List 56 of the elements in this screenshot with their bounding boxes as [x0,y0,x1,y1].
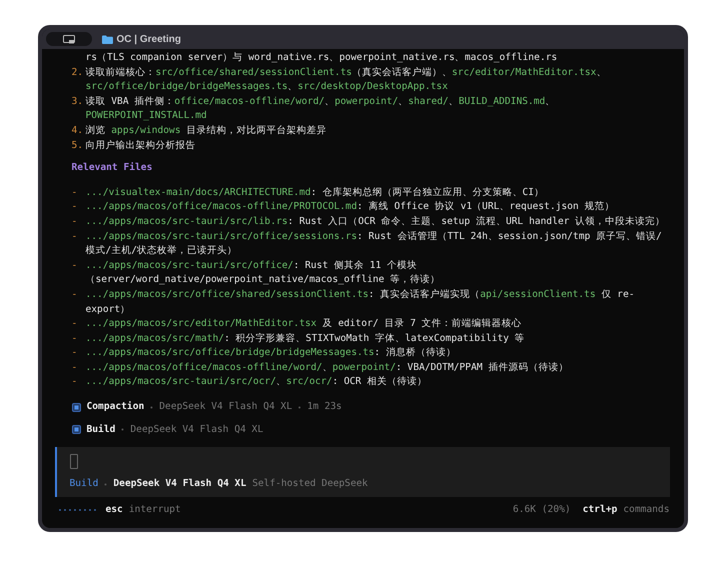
plan-step: rs（TLS companion server）与 word_native.rs、powerpoint_native.rs、macos_offline.rs [86,51,558,66]
file-entry: .../apps/macos/src-tauri/src/ocr/、src/ocr/: OCR 相关（待读） [86,375,427,390]
section-heading: Relevant Files [70,161,154,176]
file-entry: .../apps/macos/src-tauri/src/office/: Rust 侧其余 11 个模块（server/word_native/powerpoint_native/macos_offline 等，待读） [86,258,442,288]
folder-icon [102,34,112,44]
file-entry: .../visualtex-main/docs/ARCHITECTURE.md: 仓库架构总纲（两平台独立应用、分支策略、CI） [86,186,544,200]
file-entry: .../apps/macos/src-tauri/src/office/sessions.rs: Rust 会话管理（TTL 24h、session.json/tmp 原子写、错误/模式/主机/状态枚举，已读开头） [86,230,663,258]
separator-dot-icon [104,483,108,486]
task-title: Build [86,422,116,437]
list-bullet: - [72,258,78,273]
list-bullet: - [72,230,78,244]
file-entry: .../apps/macos/src/math/: 积分字形兼容、STIXTwoMath 字体、latexCompatibility 等 [86,332,525,346]
window-title: OC | Greeting [116,34,181,44]
square-icon [72,402,80,412]
square-icon [72,425,80,434]
spinner-icon [58,508,98,512]
list-number: 4. [72,124,84,138]
window-icon [62,34,74,44]
task-title: Compaction [86,400,144,414]
shortcut-action: interrupt [128,502,181,517]
list-bullet: - [72,346,78,360]
shortcut-key: ctrl+p [582,502,618,518]
list-bullet: - [72,332,78,346]
file-entry: .../apps/macos/src/office/shared/sessionClient.ts: 真实会话客户端实现（api/sessionClient.ts 仅 re-export） [86,288,636,316]
list-bullet: - [72,288,78,302]
plan-step: 向用户输出架构分析报告 [86,138,196,154]
separator-dot-icon [298,406,302,409]
file-entry: .../apps/macos/src-tauri/src/lib.rs: Rust 入口（OCR 命令、主题、setup 流程、URL handler 认领，中段未读完） [86,214,666,229]
separator-dot-icon [150,406,154,409]
list-number: 5. [72,138,84,153]
task-detail: DeepSeek V4 Flash Q4 XL [130,422,264,437]
list-bullet: - [72,360,78,375]
list-bullet: - [72,375,78,390]
task-detail: 1m 23s [307,400,342,414]
list-bullet: - [72,317,78,332]
sidebar-toggle-button[interactable] [46,32,92,46]
separator-dot-icon [121,428,124,432]
shortcut-action: commands [623,502,670,517]
file-entry: .../apps/macos/src/office/bridge/bridgeMessages.ts: 消息桥（待读） [86,346,456,360]
token-usage: 6.6K (20%) [512,502,571,517]
plan-step: 浏览 apps/windows 目录结构，对比两平台架构差异 [86,124,326,139]
prompt-input[interactable]: Build DeepSeek V4 Flash Q4 XL Self-hosted DeepSeek [54,447,670,497]
agent-name: Build [70,477,98,492]
list-number: 2. [72,66,84,80]
text-cursor [70,454,78,470]
file-entry: .../apps/macos/src/editor/MathEditor.tsx 及 editor/ 目录 7 文件：前端编辑器核心 [86,317,522,332]
list-bullet: - [72,200,78,214]
task-detail: DeepSeek V4 Flash Q4 XL [159,400,292,414]
shortcut-key: esc [106,502,123,518]
list-bullet: - [72,186,78,200]
file-entry: .../apps/macos/office/macos-offline/PROTOCOL.md: 离线 Office 协议 v1（URL、request.json 规范） [86,200,614,214]
file-entry: .../apps/macos/office/macos-offline/word/、powerpoint/: VBA/DOTM/PPAM 插件源码（待读） [86,360,568,375]
provider-name: Self-hosted DeepSeek [252,477,368,492]
list-bullet: - [72,214,78,229]
model-name: DeepSeek V4 Flash Q4 XL [113,477,246,492]
list-number: 3. [72,94,84,109]
